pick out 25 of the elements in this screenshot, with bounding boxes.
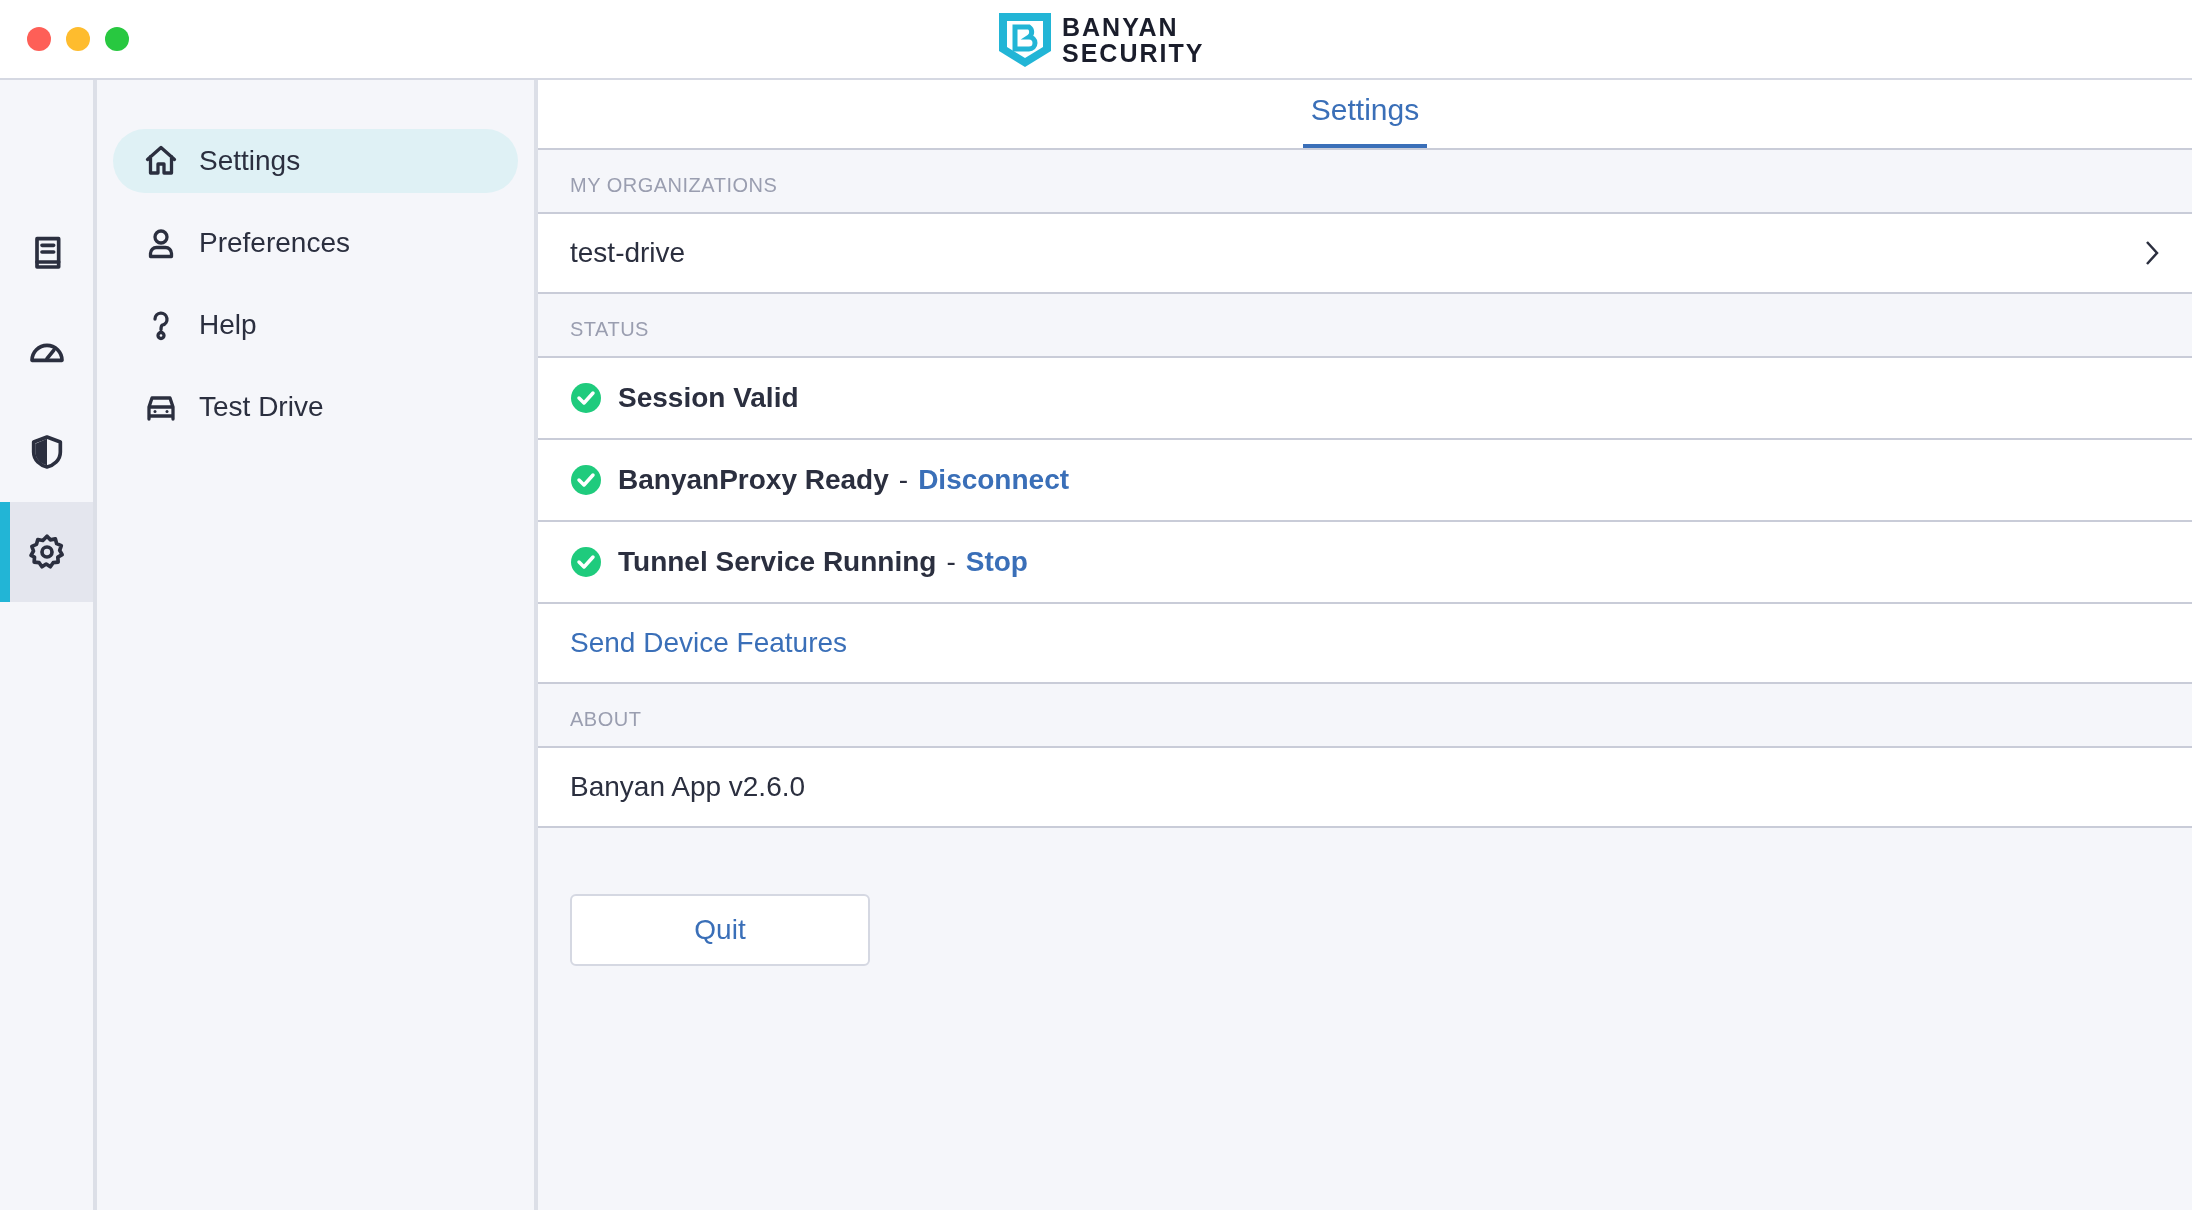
send-features-link[interactable]: Send Device Features: [570, 622, 848, 664]
separator-text: -: [946, 545, 956, 579]
organization-row[interactable]: test-drive: [538, 212, 2192, 294]
close-window-button[interactable]: [27, 27, 51, 51]
separator-text: -: [898, 463, 909, 497]
action-link[interactable]: Disconnect: [918, 459, 1070, 501]
section-header: STATUS: [570, 317, 649, 342]
sidebar-item[interactable]: Test Drive: [113, 375, 518, 439]
shield-logo-icon: [996, 10, 1054, 70]
logo-text: SECURITY: [1062, 40, 1205, 66]
version-text: Banyan App v2.6.0: [570, 770, 806, 804]
status-text: Tunnel Service Running: [618, 545, 937, 579]
section-header: ABOUT: [570, 707, 642, 732]
action-link[interactable]: Stop: [965, 541, 1028, 583]
tab[interactable]: Settings: [1302, 87, 1428, 148]
section-header: MY ORGANIZATIONS: [570, 173, 778, 198]
status-text: Session Valid: [618, 381, 799, 415]
status-text: BanyanProxy Ready: [618, 463, 889, 497]
logo-text: BANYAN: [1062, 14, 1180, 40]
sidebar-item[interactable]: Help: [113, 293, 518, 357]
sidebar-item[interactable]: Preferences: [113, 211, 518, 275]
sidebar-item[interactable]: Settings: [113, 129, 518, 193]
gear-icon: [26, 532, 67, 572]
quit-button[interactable]: Quit: [570, 894, 870, 966]
gear-nav-item[interactable]: [0, 502, 93, 602]
